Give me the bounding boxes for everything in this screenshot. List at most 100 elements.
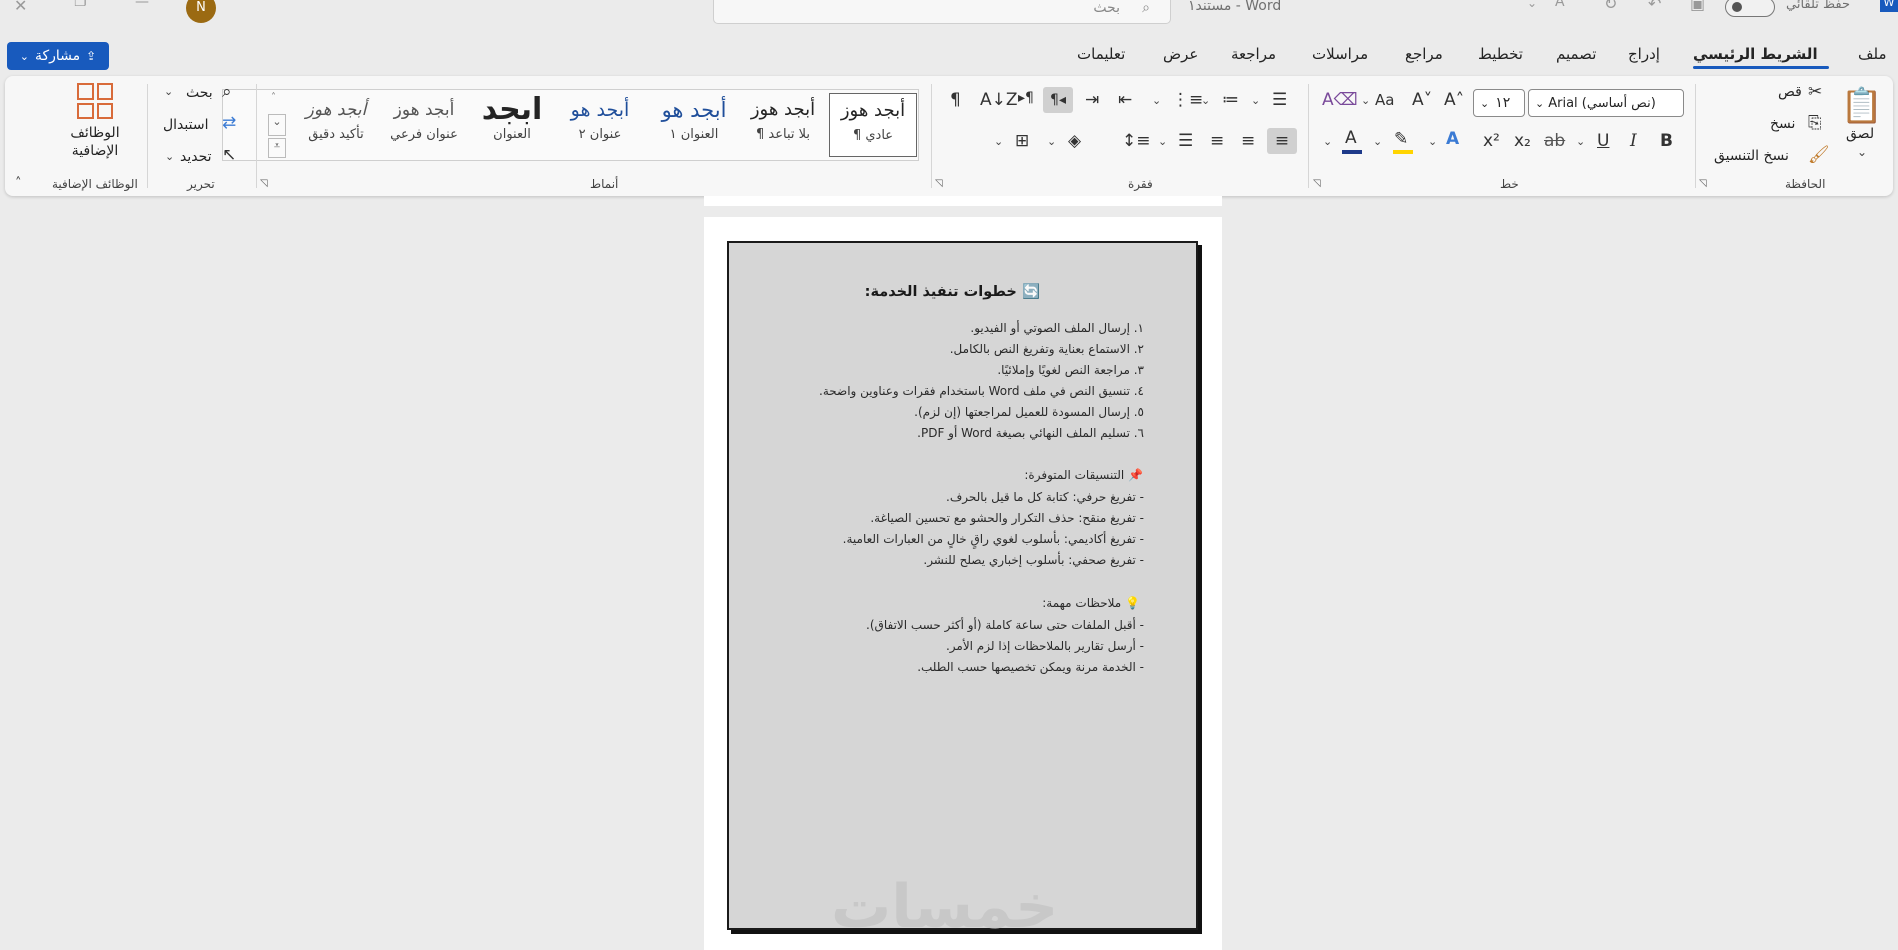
restore-icon[interactable]: ❐ xyxy=(74,0,87,10)
font-family-value: Arial (نص أساسي) xyxy=(1548,95,1656,111)
cut-label[interactable]: قص xyxy=(1778,84,1802,100)
tab-design[interactable]: تصميم xyxy=(1556,45,1596,63)
chevron-down-icon[interactable]: ⌄ xyxy=(1323,135,1332,148)
format-painter-label[interactable]: نسخ التنسيق xyxy=(1714,148,1789,164)
style-title[interactable]: ابجد العنوان xyxy=(468,93,556,157)
underline-icon[interactable]: U xyxy=(1597,131,1609,151)
tab-insert[interactable]: إدراج xyxy=(1628,45,1660,63)
justify-icon[interactable]: ☰ xyxy=(1178,131,1193,151)
bold-icon[interactable]: B xyxy=(1660,131,1673,151)
tab-references[interactable]: مراجع xyxy=(1405,45,1443,63)
bullets-icon[interactable]: ☰ xyxy=(1272,90,1287,110)
addins-grid-icon[interactable] xyxy=(77,83,113,119)
align-left-icon[interactable]: ≡ xyxy=(1210,131,1224,151)
styles-launcher-icon[interactable]: ◹ xyxy=(260,178,268,189)
chevron-down-icon[interactable]: ⌄ xyxy=(1152,94,1161,107)
paste-icon[interactable]: 📋 xyxy=(1841,83,1883,129)
decrease-indent-icon[interactable]: ⇥ xyxy=(1085,90,1099,110)
cut-icon[interactable]: ✂ xyxy=(1808,82,1822,102)
chevron-down-icon[interactable]: ⌄ xyxy=(1361,94,1370,107)
style-heading-2[interactable]: أبجد هو عنوان ٢ xyxy=(556,93,644,157)
paste-options-chevron-icon[interactable]: ⌄ xyxy=(1857,145,1867,159)
chevron-down-icon[interactable]: ⌄ xyxy=(994,135,1003,148)
highlight-icon[interactable]: ✎ xyxy=(1394,129,1408,149)
style-preview: أبجد هوز xyxy=(840,100,906,121)
redo-icon[interactable]: ↻ xyxy=(1604,0,1617,13)
style-normal[interactable]: أبجد هوز ¶ عادي xyxy=(829,93,917,157)
font-color-icon[interactable]: A xyxy=(1345,128,1357,148)
multilevel-list-icon[interactable]: ⋮≡ xyxy=(1172,90,1203,110)
font-family-select[interactable]: ⌄ Arial (نص أساسي) xyxy=(1528,89,1684,117)
font-size-icon[interactable]: A xyxy=(1555,0,1565,10)
collapse-ribbon-icon[interactable]: ˄ xyxy=(15,176,22,191)
find-icon[interactable]: ⌕ xyxy=(222,82,232,102)
tab-view[interactable]: عرض xyxy=(1163,45,1198,63)
chevron-down-icon[interactable]: ⌄ xyxy=(1158,135,1167,148)
paragraph-launcher-icon[interactable]: ◹ xyxy=(935,178,943,189)
undo-icon[interactable]: ↶ xyxy=(1648,0,1661,13)
increase-indent-icon[interactable]: ⇤ xyxy=(1118,90,1132,110)
gallery-scroll-down-icon[interactable]: ⌄ xyxy=(268,114,286,136)
clipboard-launcher-icon[interactable]: ◹ xyxy=(1699,178,1707,189)
gallery-scroll-up-icon[interactable]: ˄ xyxy=(271,92,276,103)
grow-font-icon[interactable]: A˄ xyxy=(1444,90,1464,110)
align-center-icon[interactable]: ≡ xyxy=(1241,131,1255,151)
chevron-down-icon[interactable]: ⌄ xyxy=(1576,135,1585,148)
italic-icon[interactable]: I xyxy=(1630,131,1637,151)
strikethrough-icon[interactable]: ab xyxy=(1544,131,1565,151)
copy-icon[interactable]: ⎘ xyxy=(1808,113,1822,133)
superscript-icon[interactable]: x² xyxy=(1483,131,1500,151)
format-painter-icon[interactable]: 🖌 xyxy=(1808,145,1830,165)
style-subtitle[interactable]: أبجد هوز عنوان فرعي xyxy=(380,93,468,157)
customize-qat-icon[interactable]: ⌄ xyxy=(1527,0,1537,10)
style-no-spacing[interactable]: أبجد هوز ¶ بلا تباعد xyxy=(739,93,827,157)
line-spacing-icon[interactable]: ↕≡ xyxy=(1122,131,1151,151)
chevron-down-icon[interactable]: ⌄ xyxy=(1251,94,1260,107)
text-effects-icon[interactable]: A xyxy=(1446,129,1459,149)
autosave-toggle[interactable] xyxy=(1725,0,1775,17)
addins-label[interactable]: الوظائف الإضافية xyxy=(50,124,140,160)
shading-icon[interactable]: ◈ xyxy=(1068,131,1081,151)
find-label[interactable]: بحث xyxy=(186,85,213,101)
show-formatting-icon[interactable]: ¶ xyxy=(950,90,961,110)
replace-label[interactable]: استبدال xyxy=(163,117,208,133)
clear-formatting-icon[interactable]: A⌫ xyxy=(1322,90,1358,110)
style-subtle-emphasis[interactable]: أبجد هوز تأكيد دقيق xyxy=(292,93,380,157)
align-right-icon[interactable]: ≡ xyxy=(1267,128,1297,154)
chevron-down-icon[interactable]: ⌄ xyxy=(165,150,174,163)
search-box[interactable]: ⌕ بحث xyxy=(713,0,1171,24)
ltr-direction-icon[interactable]: ▸¶ xyxy=(1018,90,1034,106)
copy-label[interactable]: نسخ xyxy=(1770,116,1795,132)
chevron-down-icon[interactable]: ⌄ xyxy=(164,85,173,98)
font-size-select[interactable]: ⌄ ١٢ xyxy=(1473,89,1525,117)
replace-icon[interactable]: ⇄ xyxy=(222,113,236,133)
font-launcher-icon[interactable]: ◹ xyxy=(1313,178,1321,189)
paste-label[interactable]: لصق xyxy=(1846,126,1874,142)
subscript-icon[interactable]: x₂ xyxy=(1514,131,1531,151)
tab-help[interactable]: تعليمات xyxy=(1077,45,1125,63)
chevron-down-icon[interactable]: ⌄ xyxy=(1373,135,1382,148)
format-item: - تفريغ منقح: حذف التكرار والحشو مع تحسي… xyxy=(870,511,1144,525)
style-heading-1[interactable]: أبجد هو العنوان ١ xyxy=(650,93,738,157)
change-case-icon[interactable]: Aa xyxy=(1375,91,1394,109)
close-icon[interactable]: ✕ xyxy=(14,0,27,15)
minimize-icon[interactable]: — xyxy=(135,0,149,10)
tab-file[interactable]: ملف xyxy=(1858,45,1887,63)
select-cursor-icon[interactable]: ↖ xyxy=(222,145,236,165)
rtl-direction-icon[interactable]: ¶◂ xyxy=(1043,87,1073,113)
share-button[interactable]: ⌄ مشاركة ⇪ xyxy=(7,42,109,70)
select-label[interactable]: تحديد xyxy=(180,149,212,165)
chevron-down-icon[interactable]: ⌄ xyxy=(1428,135,1437,148)
tab-home[interactable]: الشريط الرئيسي xyxy=(1693,45,1818,63)
gallery-more-icon[interactable]: ⩡ xyxy=(268,138,286,158)
shrink-font-icon[interactable]: A˅ xyxy=(1412,90,1432,110)
borders-icon[interactable]: ⊞ xyxy=(1015,131,1029,151)
numbering-icon[interactable]: ≔ xyxy=(1222,90,1239,110)
tab-mailings[interactable]: مراسلات xyxy=(1312,45,1368,63)
sort-icon[interactable]: A↓Z xyxy=(980,90,1018,110)
tab-review[interactable]: مراجعة xyxy=(1231,45,1276,63)
tab-layout[interactable]: تخطيط xyxy=(1478,45,1523,63)
save-icon[interactable]: ▣ xyxy=(1690,0,1705,13)
avatar[interactable]: N xyxy=(186,0,216,23)
chevron-down-icon[interactable]: ⌄ xyxy=(1047,135,1056,148)
